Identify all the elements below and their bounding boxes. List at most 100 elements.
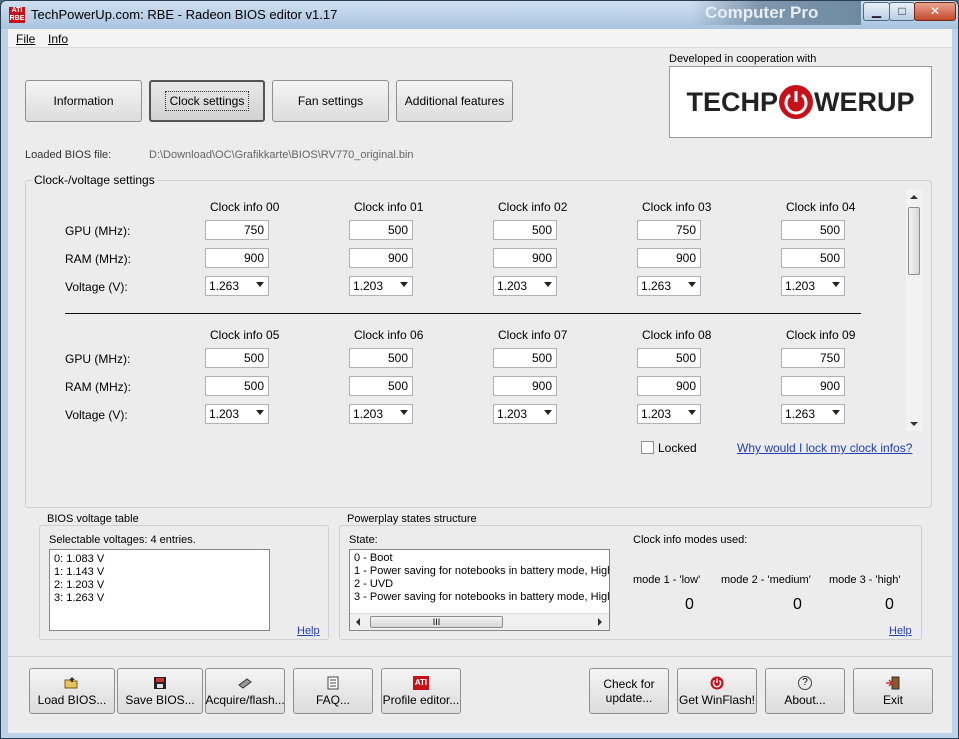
dropdown-arrow-icon[interactable] <box>256 282 264 287</box>
save-bios-button[interactable]: Save BIOS... <box>117 668 203 714</box>
dropdown-arrow-icon[interactable] <box>400 410 408 415</box>
state-list-item[interactable]: 2 - UVD <box>354 578 605 591</box>
tab-additional-features[interactable]: Additional features <box>396 80 513 122</box>
minimize-button[interactable]: ▁ <box>863 2 890 21</box>
clock-scrollbar[interactable] <box>906 189 923 431</box>
about-button[interactable]: ? About... <box>765 668 845 714</box>
voltage-list-item[interactable]: 2: 1.203 V <box>54 579 265 592</box>
rbe-app-icon: ATI RBE <box>9 7 25 23</box>
scroll-right-arrow-icon[interactable] <box>598 618 602 626</box>
dropdown-arrow-icon[interactable] <box>544 410 552 415</box>
voltage-select-value: 1.203 <box>497 279 528 293</box>
mode-1-label: mode 1 - 'low' <box>633 574 701 586</box>
voltage-select[interactable]: 1.263 <box>205 276 269 296</box>
mode-3-value: 0 <box>885 596 894 613</box>
voltage-select[interactable]: 1.203 <box>637 404 701 424</box>
voltage-select-value: 1.203 <box>785 279 816 293</box>
gpu-clock-input[interactable]: 750 <box>781 348 845 368</box>
menu-info[interactable]: Info <box>48 32 68 46</box>
profile-editor-button[interactable]: ATI Profile editor... <box>381 668 461 714</box>
dropdown-arrow-icon[interactable] <box>832 282 840 287</box>
check-update-button[interactable]: Check for update... <box>589 668 669 714</box>
exit-door-icon <box>886 676 900 689</box>
voltage-select[interactable]: 1.203 <box>781 276 845 296</box>
gpu-clock-input[interactable]: 500 <box>349 220 413 240</box>
get-winflash-label: Get WinFlash! <box>678 692 756 707</box>
voltage-list-item[interactable]: 3: 1.263 V <box>54 592 265 605</box>
gpu-clock-input[interactable]: 750 <box>637 220 701 240</box>
power-icon <box>779 85 813 119</box>
clock-info-header: Clock info 04 <box>786 200 856 214</box>
ram-clock-input[interactable]: 900 <box>493 376 557 396</box>
maximize-button[interactable]: □ <box>889 2 915 21</box>
ram-clock-input[interactable]: 500 <box>205 376 269 396</box>
loaded-file-label: Loaded BIOS file: <box>25 149 112 161</box>
ram-clock-input[interactable]: 500 <box>781 248 845 268</box>
voltage-list-item[interactable]: 1: 1.143 V <box>54 566 265 579</box>
voltage-listbox[interactable]: 0: 1.083 V 1: 1.143 V 2: 1.203 V 3: 1.263 V <box>49 549 270 631</box>
power-icon <box>710 676 724 689</box>
state-hscrollbar[interactable]: III <box>350 613 609 630</box>
tab-information[interactable]: Information <box>25 80 142 122</box>
dropdown-arrow-icon[interactable] <box>256 410 264 415</box>
ram-clock-input[interactable]: 900 <box>637 376 701 396</box>
dropdown-arrow-icon[interactable] <box>688 282 696 287</box>
voltage-select[interactable]: 1.263 <box>637 276 701 296</box>
menu-file-label: File <box>16 32 36 46</box>
load-bios-button[interactable]: Load BIOS... <box>29 668 115 714</box>
state-list-item[interactable]: 1 - Power saving for notebooks in batter… <box>354 565 609 578</box>
powerplay-help-link[interactable]: Help <box>889 625 912 637</box>
menu-file[interactable]: File <box>16 32 35 46</box>
faq-button[interactable]: FAQ... <box>293 668 373 714</box>
ram-clock-input[interactable]: 900 <box>781 376 845 396</box>
state-list-item[interactable]: 0 - Boot <box>354 552 605 565</box>
clock-info-header: Clock info 07 <box>498 328 568 342</box>
get-winflash-button[interactable]: Get WinFlash! <box>677 668 757 714</box>
title-bar[interactable]: Computer Pro ATI RBE TechPowerUp.com: RB… <box>1 1 958 29</box>
close-window-button[interactable]: ✕ <box>914 2 956 21</box>
state-list-item[interactable]: 3 - Power saving for notebooks in batter… <box>354 591 609 604</box>
tab-clock-settings[interactable]: Clock settings <box>149 80 265 122</box>
gpu-clock-input[interactable]: 500 <box>205 348 269 368</box>
ram-clock-input[interactable]: 900 <box>637 248 701 268</box>
locked-checkbox[interactable] <box>641 441 654 454</box>
gpu-clock-input[interactable]: 500 <box>349 348 413 368</box>
ram-clock-input[interactable]: 900 <box>205 248 269 268</box>
voltage-list-item[interactable]: 0: 1.083 V <box>54 553 265 566</box>
gpu-clock-input[interactable]: 500 <box>493 220 557 240</box>
scroll-down-arrow-icon[interactable] <box>910 422 918 426</box>
check-update-label-line1: Check for <box>603 677 655 691</box>
ram-clock-input[interactable]: 900 <box>349 248 413 268</box>
chip-icon <box>238 677 252 689</box>
voltage-select[interactable]: 1.203 <box>349 276 413 296</box>
dropdown-arrow-icon[interactable] <box>400 282 408 287</box>
hscroll-thumb[interactable]: III <box>370 616 503 628</box>
tab-clock-settings-label: Clock settings <box>164 91 250 111</box>
voltage-help-link[interactable]: Help <box>297 625 320 637</box>
acquire-flash-button[interactable]: Acquire/flash... <box>205 668 285 714</box>
dropdown-arrow-icon[interactable] <box>832 410 840 415</box>
exit-button[interactable]: Exit <box>853 668 933 714</box>
scroll-up-arrow-icon[interactable] <box>910 195 918 199</box>
voltage-select[interactable]: 1.263 <box>781 404 845 424</box>
open-folder-icon <box>64 676 78 688</box>
voltage-select[interactable]: 1.203 <box>349 404 413 424</box>
scroll-left-arrow-icon[interactable] <box>356 618 360 626</box>
voltage-select[interactable]: 1.203 <box>205 404 269 424</box>
ram-clock-input[interactable]: 500 <box>349 376 413 396</box>
gpu-clock-input[interactable]: 500 <box>781 220 845 240</box>
voltage-select[interactable]: 1.203 <box>493 276 557 296</box>
why-lock-link[interactable]: Why would I lock my clock infos? <box>737 441 912 455</box>
voltage-select-value: 1.263 <box>641 279 672 293</box>
tab-fan-settings[interactable]: Fan settings <box>272 80 389 122</box>
dropdown-arrow-icon[interactable] <box>544 282 552 287</box>
ram-clock-input[interactable]: 900 <box>493 248 557 268</box>
powerplay-state-listbox[interactable]: 0 - Boot 1 - Power saving for notebooks i… <box>349 549 610 631</box>
scroll-thumb[interactable] <box>908 207 920 275</box>
gpu-clock-input[interactable]: 750 <box>205 220 269 240</box>
gpu-clock-input[interactable]: 500 <box>493 348 557 368</box>
techpowerup-logo[interactable]: TECHP WERUP <box>669 66 932 138</box>
voltage-select[interactable]: 1.203 <box>493 404 557 424</box>
dropdown-arrow-icon[interactable] <box>688 410 696 415</box>
gpu-clock-input[interactable]: 500 <box>637 348 701 368</box>
